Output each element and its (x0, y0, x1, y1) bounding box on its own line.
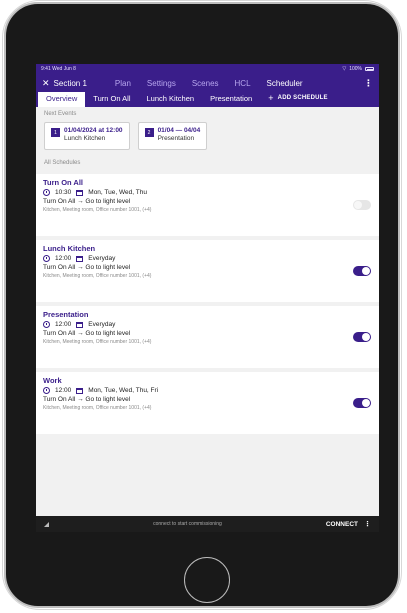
calendar-icon (76, 189, 84, 196)
schedule-days: Mon, Tue, Wed, Thu, Fri (88, 387, 159, 394)
schedule-name: Presentation (43, 310, 89, 319)
schedule-action: Turn On All → Go to light level (43, 264, 131, 271)
clock-icon (43, 321, 50, 328)
calendar-icon (76, 321, 84, 328)
home-button[interactable] (184, 557, 230, 603)
schedule-toggle[interactable] (353, 398, 371, 408)
battery-icon (365, 67, 374, 71)
next-event-card[interactable]: 1 01/04/2024 at 12:00 Lunch Kitchen (44, 122, 130, 150)
event-name: Lunch Kitchen (64, 135, 106, 142)
schedule-card[interactable]: Turn On All 10:30 Mon, Tue, Wed, Thu Tur… (36, 174, 379, 236)
section-title: Section 1 (53, 78, 87, 88)
wifi-icon: ▽ (342, 66, 347, 72)
tab-plan[interactable]: Plan (115, 79, 131, 88)
next-event-card[interactable]: 2 01/04 — 04/04 Presentation (137, 122, 208, 150)
bottom-bar: connect to start commissioning CONNECT ⋮ (36, 516, 379, 532)
calendar-icon (76, 387, 84, 394)
event-date: 01/04 — 04/04 (157, 127, 201, 134)
schedule-time: 10:30 (55, 189, 72, 196)
schedule-rooms: Kitchen, Meeting room, Office number 100… (43, 207, 152, 213)
schedule-rooms: Kitchen, Meeting room, Office number 100… (43, 339, 152, 345)
schedule-name: Lunch Kitchen (43, 244, 96, 253)
all-schedules-label: All Schedules (44, 160, 81, 166)
event-number-badge: 1 (51, 128, 60, 137)
schedule-rooms: Kitchen, Meeting room, Office number 100… (43, 273, 152, 279)
schedule-list: Turn On All 10:30 Mon, Tue, Wed, Thu Tur… (36, 174, 379, 434)
tab-hcl[interactable]: HCL (235, 79, 251, 88)
schedule-time: 12:00 (55, 387, 72, 394)
schedule-days: Everyday (88, 255, 116, 262)
plus-icon: + (268, 93, 274, 103)
signal-icon (44, 521, 49, 527)
schedule-time: 12:00 (55, 255, 72, 262)
schedule-action: Turn On All → Go to light level (43, 330, 131, 337)
next-events-label: Next Events (44, 111, 77, 117)
tab-settings[interactable]: Settings (147, 79, 176, 88)
schedule-days: Everyday (88, 321, 116, 328)
event-name: Presentation (157, 135, 195, 142)
battery-text: 100% (349, 66, 362, 72)
subtab-turn-on-all[interactable]: Turn On All (85, 92, 138, 107)
status-bar: 9:41 Wed Jun 8 ▽ 100% (36, 64, 379, 74)
header-tabs: Plan Settings Scenes HCL Scheduler (115, 79, 303, 88)
clock-icon (43, 189, 50, 196)
event-date: 01/04/2024 at 12:00 (64, 127, 123, 134)
close-icon[interactable]: ✕ (42, 78, 50, 89)
schedule-name: Turn On All (43, 178, 83, 187)
clock-icon (43, 255, 50, 262)
schedule-toggle[interactable] (353, 266, 371, 276)
connect-hint: connect to start commissioning (153, 521, 222, 527)
schedule-card[interactable]: Lunch Kitchen 12:00 Everyday Turn On All… (36, 240, 379, 302)
schedule-time: 12:00 (55, 321, 72, 328)
subtab-presentation[interactable]: Presentation (202, 92, 260, 107)
app-screen: 9:41 Wed Jun 8 ▽ 100% ✕ Section 1 Plan S… (36, 64, 379, 532)
calendar-icon (76, 255, 84, 262)
tablet-device: 9:41 Wed Jun 8 ▽ 100% ✕ Section 1 Plan S… (2, 0, 402, 610)
schedule-card[interactable]: Work 12:00 Mon, Tue, Wed, Thu, Fri Turn … (36, 372, 379, 434)
schedule-name: Work (43, 376, 62, 385)
add-schedule-button[interactable]: + ADD SCHEDULE (260, 92, 336, 107)
scheduler-subtabs: Overview Turn On All Lunch Kitchen Prese… (36, 92, 379, 107)
clock-icon (43, 387, 50, 394)
schedule-card[interactable]: Presentation 12:00 Everyday Turn On All … (36, 306, 379, 368)
app-header: ✕ Section 1 Plan Settings Scenes HCL Sch… (36, 74, 379, 92)
subtab-overview[interactable]: Overview (38, 92, 86, 107)
event-number-badge: 2 (144, 128, 154, 137)
schedule-toggle[interactable] (353, 332, 371, 342)
status-time: 9:41 Wed Jun 8 (41, 66, 76, 72)
tab-scenes[interactable]: Scenes (192, 79, 219, 88)
connect-button[interactable]: CONNECT (326, 521, 358, 528)
next-events-list: 1 01/04/2024 at 12:00 Lunch Kitchen 2 01… (36, 117, 379, 156)
schedule-days: Mon, Tue, Wed, Thu (88, 189, 147, 196)
schedule-action: Turn On All → Go to light level (43, 198, 131, 205)
add-schedule-label: ADD SCHEDULE (277, 95, 328, 101)
schedule-toggle[interactable] (353, 200, 371, 210)
schedule-rooms: Kitchen, Meeting room, Office number 100… (43, 405, 152, 411)
more-menu-icon[interactable]: ⋮ (364, 78, 373, 89)
subtab-lunch-kitchen[interactable]: Lunch Kitchen (139, 92, 203, 107)
schedule-action: Turn On All → Go to light level (43, 396, 131, 403)
tab-scheduler[interactable]: Scheduler (267, 79, 303, 88)
bottom-menu-icon[interactable]: ⋮ (364, 520, 371, 528)
